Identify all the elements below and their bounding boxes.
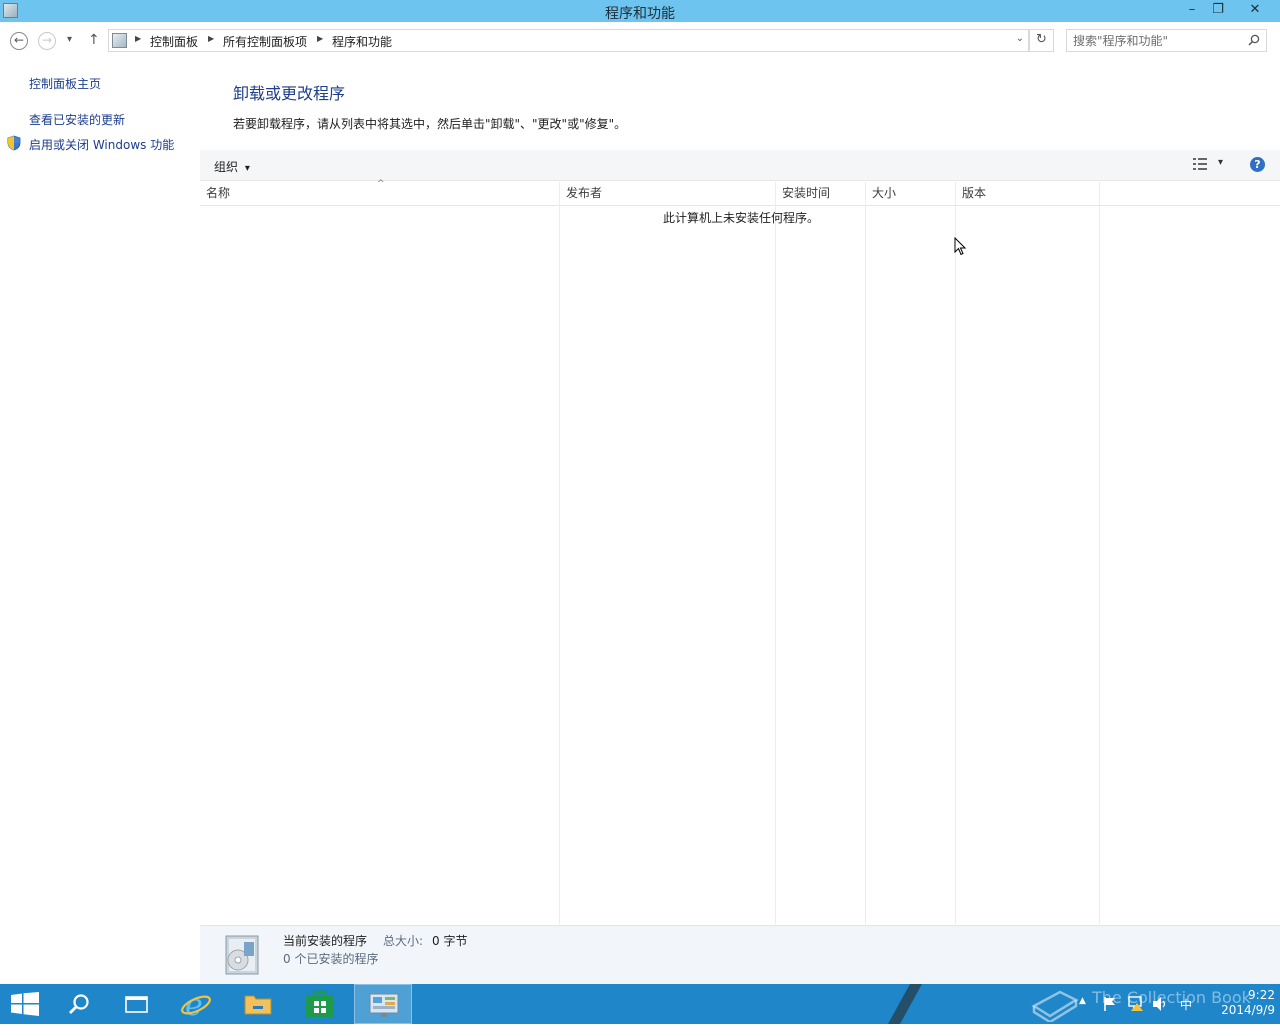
control-panel-icon [112,33,127,48]
minimize-button[interactable]: – [1179,0,1205,22]
details-pane: 当前安装的程序 总大小: 0 字节 0 个已安装的程序 [200,925,1280,984]
store-icon [306,990,334,1017]
sort-ascending-icon: ^ [377,179,385,189]
action-center-flag-icon[interactable] [1103,996,1117,1012]
up-button[interactable]: ↑ [88,32,100,48]
watermark-book-icon [1031,990,1079,1022]
back-button[interactable]: ← [10,32,28,50]
taskbar-internet-explorer[interactable]: e [167,984,225,1024]
column-header-installed-on[interactable]: 安装时间 [776,182,865,206]
column-divider[interactable] [1099,182,1100,924]
recent-locations-dropdown[interactable]: ▾ [67,34,72,45]
empty-list-message: 此计算机上未安装任何程序。 [663,211,820,225]
breadcrumb-separator[interactable]: ▶ [317,34,323,43]
task-view-icon [125,996,148,1013]
taskbar-search-button[interactable] [50,984,108,1024]
taskbar: e The Collection Book ▲ 中 9:22 2014/9/9 [0,984,1280,1024]
left-nav-pane [0,58,200,984]
address-dropdown-icon[interactable]: ⌄ [1016,33,1024,44]
taskbar-file-explorer[interactable] [229,984,287,1024]
clock-time: 9:22 [1248,988,1275,1002]
search-icon[interactable] [1248,34,1260,46]
taskbar-task-view-button[interactable] [108,984,166,1024]
column-header-size[interactable]: 大小 [866,182,955,206]
address-box[interactable]: ▶ 控制面板 ▶ 所有控制面板项 ▶ 程序和功能 ⌄ [108,29,1029,52]
details-count: 0 个已安装的程序 [283,952,379,966]
view-details-icon[interactable] [1193,158,1207,170]
page-description: 若要卸载程序，请从列表中将其选中，然后单击"卸载"、"更改"或"修复"。 [233,117,627,131]
breadcrumb-programs-features[interactable]: 程序和功能 [332,33,392,50]
forward-button[interactable]: → [38,32,56,50]
page-title: 卸载或更改程序 [233,84,346,103]
uac-shield-icon [7,135,21,151]
taskbar-control-panel[interactable] [354,984,412,1024]
show-hidden-icons-button[interactable]: ▲ [1079,996,1086,1036]
sidebar-item-view-installed-updates[interactable]: 查看已安装的更新 [29,111,125,128]
details-size-value: 0 字节 [432,934,468,948]
view-options-dropdown[interactable]: ▾ [1218,157,1223,168]
title-bar: 程序和功能 – ❐ ✕ [0,0,1280,22]
breadcrumb-separator[interactable]: ▶ [135,34,141,43]
organize-label: 组织 [214,160,239,174]
command-toolbar: 组织 ▾ ▾ ? [200,150,1280,181]
clock[interactable]: 9:22 2014/9/9 [1195,988,1275,1018]
taskbar-store[interactable] [291,984,349,1024]
search-icon [69,994,89,1014]
column-divider[interactable] [865,182,866,924]
network-icon[interactable] [1128,995,1144,1011]
control-panel-icon [369,993,399,1017]
mouse-cursor-icon [954,237,966,256]
restore-button[interactable]: ❐ [1205,0,1231,22]
column-divider[interactable] [559,182,560,924]
breadcrumb-all-items[interactable]: 所有控制面板项 [223,33,307,50]
column-header-version[interactable]: 版本 [956,182,1099,206]
installed-programs-icon [225,935,259,975]
details-title: 当前安装的程序 [283,934,368,948]
refresh-button[interactable]: ↻ [1029,29,1054,52]
search-box[interactable] [1066,29,1267,52]
window-title: 程序和功能 [605,6,675,22]
internet-explorer-icon: e [181,988,211,1020]
column-divider[interactable] [955,182,956,924]
breadcrumb-separator[interactable]: ▶ [208,34,214,43]
sidebar-item-windows-features[interactable]: 启用或关闭 Windows 功能 [29,136,174,153]
taskbar-decoration [888,984,922,1024]
column-divider[interactable] [775,182,776,924]
breadcrumb-control-panel[interactable]: 控制面板 [150,33,198,50]
windows-logo-icon [11,992,39,1016]
chevron-down-icon: ▾ [244,163,250,174]
close-button[interactable]: ✕ [1242,0,1268,22]
column-header-filler [1100,182,1280,206]
column-header-publisher[interactable]: 发布者 [560,182,775,206]
volume-icon[interactable] [1152,996,1168,1012]
folder-icon [244,995,272,1015]
search-input[interactable] [1073,32,1241,49]
organize-button[interactable]: 组织 ▾ [214,158,250,175]
help-icon[interactable]: ? [1250,157,1265,172]
sidebar-item-control-panel-home[interactable]: 控制面板主页 [29,75,101,92]
details-size-label: 总大小: [383,934,424,948]
ime-indicator[interactable]: 中 [1180,996,1192,1036]
clock-date: 2014/9/9 [1221,1003,1275,1017]
